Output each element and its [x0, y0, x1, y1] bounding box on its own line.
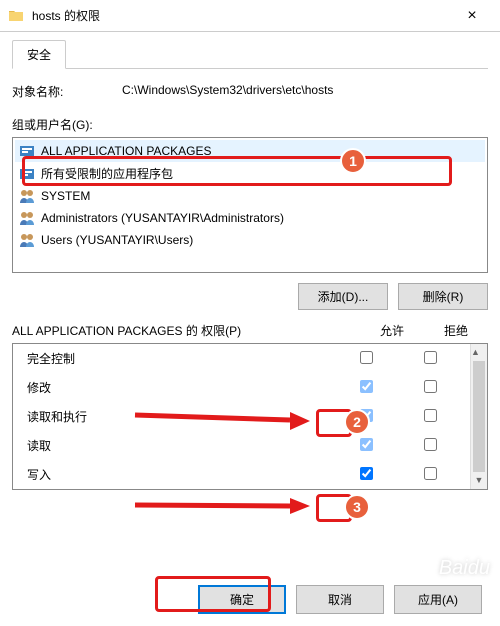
remove-button[interactable]: 删除(R): [398, 283, 488, 310]
permission-row: 读取: [13, 431, 470, 460]
tab-security[interactable]: 安全: [12, 40, 66, 69]
allow-checkbox[interactable]: [360, 351, 373, 364]
permission-row: 完全控制: [13, 344, 470, 373]
allow-checkbox[interactable]: [360, 438, 373, 451]
close-icon[interactable]: ×: [452, 7, 492, 25]
deny-checkbox[interactable]: [424, 351, 437, 364]
scroll-up-icon[interactable]: ▲: [471, 344, 480, 361]
list-item[interactable]: ALL APPLICATION PACKAGES: [15, 140, 485, 162]
column-allow: 允许: [360, 322, 424, 339]
deny-checkbox[interactable]: [424, 438, 437, 451]
dialog-footer: 确定 取消 应用(A): [0, 585, 500, 614]
allow-checkbox[interactable]: [360, 380, 373, 393]
allow-checkbox[interactable]: [360, 409, 373, 422]
users-icon: [19, 210, 35, 226]
list-item[interactable]: 所有受限制的应用程序包: [15, 162, 485, 185]
cancel-button[interactable]: 取消: [296, 585, 384, 614]
scroll-thumb[interactable]: [473, 361, 485, 472]
permission-label: 写入: [21, 466, 334, 483]
permissions-title: ALL APPLICATION PACKAGES 的 权限(P): [12, 322, 360, 339]
list-item-label: ALL APPLICATION PACKAGES: [41, 144, 212, 158]
permission-label: 修改: [21, 379, 334, 396]
object-name-label: 对象名称:: [12, 83, 122, 100]
scrollbar[interactable]: ▲ ▼: [470, 344, 487, 489]
list-item-label: Administrators (YUSANTAYIR\Administrator…: [41, 211, 284, 225]
list-item[interactable]: Users (YUSANTAYIR\Users): [15, 229, 485, 251]
object-name-row: 对象名称: C:\Windows\System32\drivers\etc\ho…: [12, 83, 488, 100]
deny-checkbox[interactable]: [424, 467, 437, 480]
permission-label: 读取: [21, 437, 334, 454]
add-button[interactable]: 添加(D)...: [298, 283, 388, 310]
list-item[interactable]: Administrators (YUSANTAYIR\Administrator…: [15, 207, 485, 229]
scroll-down-icon[interactable]: ▼: [471, 472, 487, 489]
users-icon: [19, 232, 35, 248]
package-icon: [19, 143, 35, 159]
column-deny: 拒绝: [424, 322, 488, 339]
permission-row: 写入: [13, 460, 470, 489]
list-item[interactable]: SYSTEM: [15, 185, 485, 207]
package-icon: [19, 166, 35, 182]
groups-listbox[interactable]: ALL APPLICATION PACKAGES 所有受限制的应用程序包 SYS…: [12, 137, 488, 273]
apply-button[interactable]: 应用(A): [394, 585, 482, 614]
permission-label: 完全控制: [21, 350, 334, 367]
list-item-label: Users (YUSANTAYIR\Users): [41, 233, 193, 247]
allow-checkbox[interactable]: [360, 467, 373, 480]
tab-bar: 安全: [12, 40, 488, 69]
groups-label: 组或用户名(G):: [12, 116, 488, 133]
titlebar: hosts 的权限 ×: [0, 0, 500, 32]
users-icon: [19, 188, 35, 204]
permission-row: 读取和执行: [13, 402, 470, 431]
window-title: hosts 的权限: [32, 7, 452, 24]
list-item-label: 所有受限制的应用程序包: [41, 165, 173, 182]
folder-icon: [8, 8, 24, 24]
permissions-header: ALL APPLICATION PACKAGES 的 权限(P) 允许 拒绝: [12, 322, 488, 339]
permission-row: 修改: [13, 373, 470, 402]
permission-label: 读取和执行: [21, 408, 334, 425]
ok-button[interactable]: 确定: [198, 585, 286, 614]
deny-checkbox[interactable]: [424, 409, 437, 422]
permissions-listbox: 完全控制 修改 读取和执行 读取 写入 ▲ ▼: [12, 343, 488, 490]
list-item-label: SYSTEM: [41, 189, 90, 203]
object-name-value: C:\Windows\System32\drivers\etc\hosts: [122, 83, 488, 100]
deny-checkbox[interactable]: [424, 380, 437, 393]
watermark: Baidu: [439, 557, 490, 580]
